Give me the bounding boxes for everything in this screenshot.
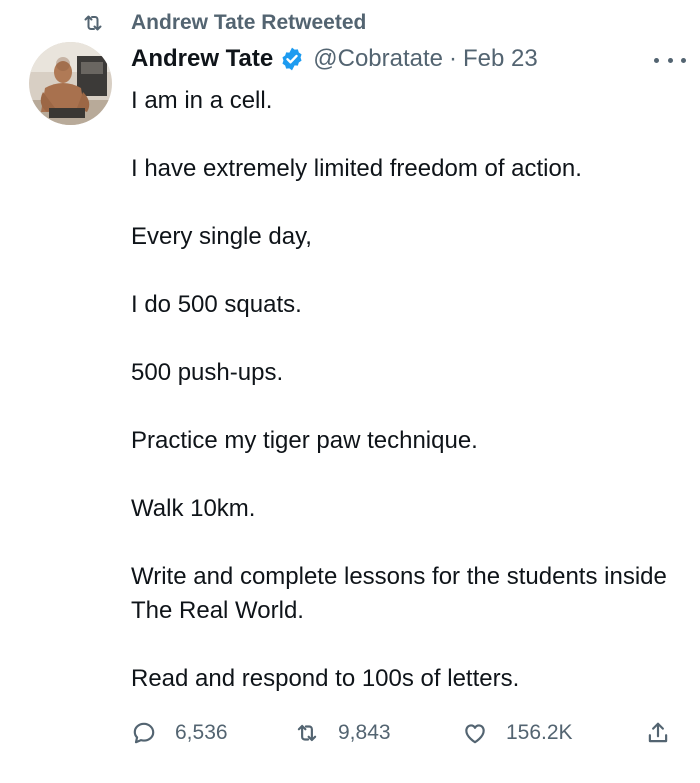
tweet-actions: 6,536 9,843 156.2K <box>131 714 671 752</box>
tweet-date[interactable]: Feb 23 <box>463 45 538 73</box>
reply-button[interactable]: 6,536 <box>131 714 294 752</box>
tweet-paragraph: Read and respond to 100s of letters. <box>131 665 520 692</box>
reply-icon <box>131 720 157 746</box>
author-name[interactable]: Andrew Tate <box>131 45 273 73</box>
avatar[interactable] <box>29 42 112 125</box>
author-handle[interactable]: @Cobratate <box>313 45 443 73</box>
tweet-paragraph: I do 500 squats. <box>131 291 302 318</box>
tweet-paragraph: Write and complete lessons for the stude… <box>131 563 667 624</box>
retweet-banner-label: Andrew Tate Retweeted <box>131 11 367 34</box>
retweet-count: 9,843 <box>338 721 391 744</box>
reply-count: 6,536 <box>175 721 228 744</box>
tweet-text: I am in a cell. I have extremely limited… <box>131 84 671 696</box>
retweet-icon <box>294 720 320 746</box>
more-options-icon[interactable] <box>654 48 686 72</box>
retweet-button[interactable]: 9,843 <box>294 714 462 752</box>
retweet-banner[interactable]: Andrew Tate Retweeted <box>80 8 366 38</box>
retweet-icon <box>80 11 106 35</box>
tweet-header: Andrew Tate @Cobratate · Feb 23 <box>131 42 680 76</box>
tweet-paragraph: I am in a cell. <box>131 87 273 114</box>
tweet-paragraph: Walk 10km. <box>131 495 256 522</box>
tweet-paragraph: I have extremely limited freedom of acti… <box>131 155 582 182</box>
share-button[interactable] <box>645 714 671 752</box>
like-count: 156.2K <box>506 721 573 744</box>
tweet-paragraph: Practice my tiger paw technique. <box>131 427 478 454</box>
header-separator: · <box>449 45 458 72</box>
share-icon <box>645 720 671 746</box>
like-button[interactable]: 156.2K <box>462 714 637 752</box>
avatar-photo <box>29 42 112 125</box>
heart-icon <box>462 720 488 746</box>
tweet-paragraph: Every single day, <box>131 223 312 250</box>
tweet-paragraph: 500 push-ups. <box>131 359 284 386</box>
verified-badge-icon[interactable] <box>279 46 305 72</box>
